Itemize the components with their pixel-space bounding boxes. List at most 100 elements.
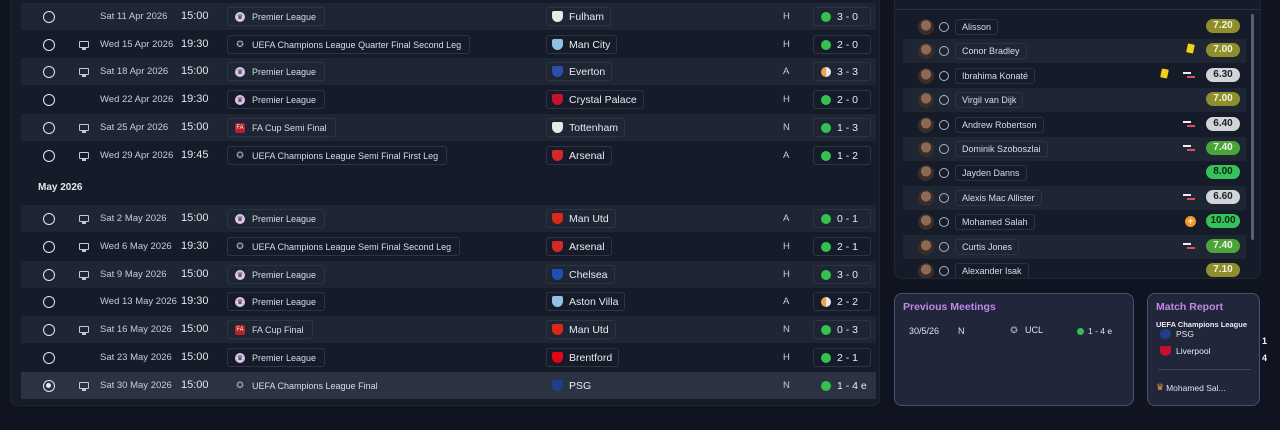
fixture-row[interactable]: Sat 18 Apr 2026 15:00 ♛ Premier League Evert…	[21, 58, 876, 85]
opponent-badge[interactable]: Fulham	[546, 7, 612, 26]
competition-badge[interactable]: FA FA Cup Semi Final	[227, 118, 336, 137]
competition-badge[interactable]: ♛ Premier League	[227, 265, 326, 284]
match-report-card[interactable]: Match Report UEFA Champions League PSG 1…	[1147, 293, 1267, 406]
result-badge[interactable]: 1 - 2	[813, 146, 871, 165]
fixture-row[interactable]: Wed 22 Apr 2026 19:30 ♛ Premier League Cryst…	[21, 86, 876, 113]
select-radio[interactable]	[43, 94, 55, 106]
fixture-row[interactable]: Sat 9 May 2026 15:00 ♛ Premier League Chelse…	[21, 261, 876, 288]
opponent-badge[interactable]: Arsenal	[546, 146, 612, 165]
result-badge[interactable]: 2 - 0	[813, 90, 871, 109]
select-radio[interactable]	[43, 213, 55, 225]
champions-league-icon: ✪	[236, 380, 244, 390]
player-row[interactable]: Alexander Isak 7.10	[903, 259, 1246, 278]
fixture-time: 15:00	[181, 121, 209, 133]
select-radio[interactable]	[43, 269, 55, 281]
player-row[interactable]: Virgil van Dijk 7.00	[903, 88, 1246, 113]
opponent-badge[interactable]: Aston Villa	[546, 292, 626, 311]
player-name[interactable]: Ibrahima Konaté	[955, 67, 1036, 84]
fixture-row[interactable]: Sat 2 May 2026 15:00 ♛ Premier League Man Ut…	[21, 205, 876, 232]
competition-badge[interactable]: ♛ Premier League	[227, 7, 326, 26]
result-badge[interactable]: 3 - 0	[813, 7, 871, 26]
fixture-row[interactable]: Sat 30 May 2026 15:00 ✪ UEFA Champions Leag…	[21, 372, 876, 399]
competition-badge[interactable]: FA FA Cup Final	[227, 320, 313, 339]
select-radio[interactable]	[43, 380, 55, 392]
competition-badge[interactable]: ✪ UEFA Champions League Semi Final Second…	[227, 237, 461, 256]
competition-badge[interactable]: ♛ Premier League	[227, 209, 326, 228]
opponent-badge[interactable]: Everton	[546, 62, 613, 81]
select-radio[interactable]	[43, 324, 55, 336]
competition-badge[interactable]: ♛ Premier League	[227, 62, 326, 81]
venue: H	[783, 269, 790, 280]
fixture-row[interactable]: Sat 25 Apr 2026 15:00 FA FA Cup Semi Final T…	[21, 114, 876, 141]
select-radio[interactable]	[43, 352, 55, 364]
player-row[interactable]: Andrew Robertson 6.40	[903, 113, 1246, 137]
fixture-row[interactable]: Wed 15 Apr 2026 19:30 ✪ UEFA Champions Leag…	[21, 31, 876, 58]
select-radio[interactable]	[43, 296, 55, 308]
result-badge[interactable]: 1 - 4 e	[813, 376, 871, 395]
fixture-row[interactable]: Sat 16 May 2026 15:00 FA FA Cup Final Man Ut…	[21, 316, 876, 343]
fixtures-scrollbar[interactable]	[879, 300, 880, 400]
player-name[interactable]: Andrew Robertson	[955, 116, 1044, 133]
competition-badge[interactable]: ✪ UEFA Champions League Final	[227, 376, 387, 395]
player-name[interactable]: Curtis Jones	[955, 238, 1020, 255]
opponent-badge[interactable]: Man Utd	[546, 320, 616, 339]
result-badge[interactable]: 3 - 0	[813, 265, 871, 284]
result-badge[interactable]: 2 - 0	[813, 35, 871, 54]
player-row[interactable]: Mohamed Salah +10.00	[903, 210, 1246, 234]
select-radio[interactable]	[43, 241, 55, 253]
lineup-scrollbar[interactable]	[1251, 14, 1254, 240]
player-name[interactable]: Virgil van Dijk	[955, 92, 1024, 109]
competition-badge[interactable]: ♛ Premier League	[227, 348, 326, 367]
win-indicator-icon	[821, 150, 831, 161]
shirt-icon	[939, 192, 949, 203]
result-badge[interactable]: 2 - 1	[813, 237, 871, 256]
player-row[interactable]: Alisson 7.20	[903, 15, 1246, 39]
competition-badge[interactable]: ✪ UEFA Champions League Semi Final First …	[227, 146, 448, 165]
select-radio[interactable]	[43, 11, 55, 23]
player-name[interactable]: Jayden Danns	[955, 165, 1027, 182]
fixture-row[interactable]: Wed 29 Apr 2026 19:45 ✪ UEFA Champions Leag…	[21, 142, 876, 169]
opponent-badge[interactable]: Man Utd	[546, 209, 616, 228]
player-row[interactable]: Conor Bradley 7.00	[903, 39, 1246, 64]
select-radio[interactable]	[43, 122, 55, 134]
result-badge[interactable]: 1 - 3	[813, 118, 871, 137]
player-name[interactable]: Mohamed Salah	[955, 214, 1035, 231]
opponent-badge[interactable]: Chelsea	[546, 265, 615, 284]
result-badge[interactable]: 2 - 1	[813, 348, 871, 367]
player-name[interactable]: Alexis Mac Allister	[955, 189, 1042, 206]
fixture-row[interactable]: Wed 13 May 2026 19:30 ♛ Premier League Aston…	[21, 288, 876, 315]
opponent-badge[interactable]: Brentford	[546, 348, 620, 367]
competition-badge[interactable]: ✪ UEFA Champions League Quarter Final Sec…	[227, 35, 471, 54]
player-name[interactable]: Dominik Szoboszlai	[955, 141, 1048, 157]
select-radio[interactable]	[43, 66, 55, 78]
tv-broadcast-icon	[79, 382, 89, 391]
result-badge[interactable]: 0 - 3	[813, 320, 871, 339]
opponent-badge[interactable]: Man City	[546, 35, 618, 54]
premier-league-icon: ♛	[235, 352, 245, 363]
opponent-badge[interactable]: Crystal Palace	[546, 90, 644, 109]
result-badge[interactable]: 0 - 1	[813, 209, 871, 228]
competition-badge[interactable]: ♛ Premier League	[227, 292, 326, 311]
opponent-badge[interactable]: Tottenham	[546, 118, 626, 137]
player-name[interactable]: Conor Bradley	[955, 43, 1027, 60]
venue: A	[783, 296, 790, 307]
result-badge[interactable]: 2 - 2	[813, 292, 871, 311]
fixture-row[interactable]: Wed 6 May 2026 19:30 ✪ UEFA Champions Leagu…	[21, 233, 876, 260]
competition-badge[interactable]: ♛ Premier League	[227, 90, 326, 109]
player-row[interactable]: Dominik Szoboszlai 7.40	[903, 137, 1246, 161]
player-row[interactable]: Ibrahima Konaté 6.30	[903, 64, 1246, 88]
opponent-badge[interactable]: PSG	[546, 376, 599, 395]
select-radio[interactable]	[43, 39, 55, 51]
player-name[interactable]: Alexander Isak	[955, 263, 1029, 278]
player-row[interactable]: Jayden Danns 8.00	[903, 161, 1246, 185]
fixture-row[interactable]: Sat 23 May 2026 15:00 ♛ Premier League Brent…	[21, 344, 876, 371]
fixture-row[interactable]: Sat 11 Apr 2026 15:00 ♛ Premier League Fulha…	[21, 3, 876, 30]
select-radio[interactable]	[43, 150, 55, 162]
player-row[interactable]: Curtis Jones 7.40	[903, 234, 1246, 259]
win-indicator-icon	[821, 39, 831, 50]
meeting-result[interactable]: 1 - 4 e	[1077, 326, 1112, 336]
result-badge[interactable]: 3 - 3	[813, 62, 871, 81]
player-name[interactable]: Alisson	[955, 19, 999, 35]
player-row[interactable]: Alexis Mac Allister 6.60	[903, 185, 1246, 210]
opponent-badge[interactable]: Arsenal	[546, 237, 612, 256]
